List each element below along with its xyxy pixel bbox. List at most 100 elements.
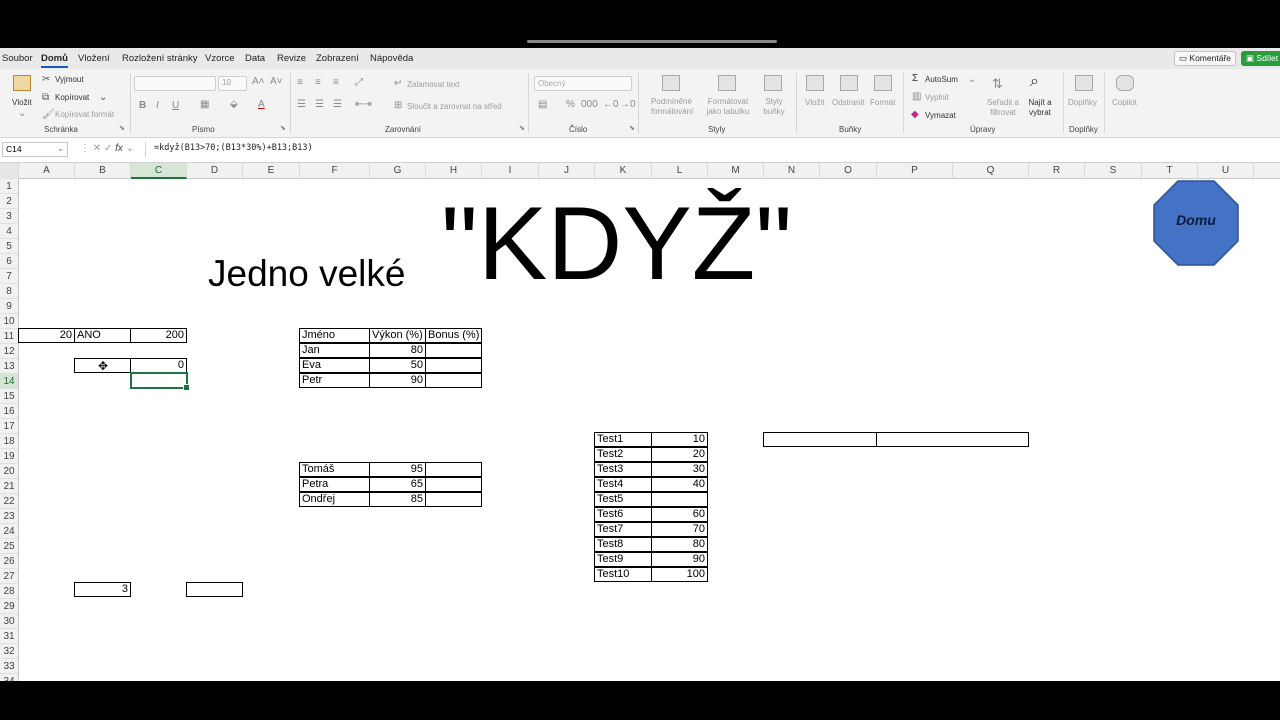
tab-revize[interactable]: Revize <box>277 53 306 64</box>
currency-icon[interactable]: ▤ <box>538 99 547 110</box>
paste-icon[interactable] <box>13 75 31 91</box>
column-header[interactable]: A <box>19 163 75 179</box>
tests-name-cell[interactable]: Test7 <box>594 522 652 537</box>
domu-shape-button[interactable]: Domu <box>1153 180 1239 266</box>
table1-header[interactable]: Jméno <box>299 328 370 343</box>
cut-button[interactable]: Vyjmout <box>55 75 84 84</box>
tests-value-cell[interactable]: 20 <box>651 447 708 462</box>
format-cells-button[interactable]: Formát <box>870 98 895 107</box>
chevron-down-icon[interactable]: ⌄ <box>123 143 134 154</box>
row-header[interactable]: 8 <box>0 284 18 299</box>
font-name-select[interactable] <box>134 76 216 91</box>
row-header[interactable]: 3 <box>0 209 18 224</box>
orientation-icon[interactable]: ⤢ <box>355 77 363 88</box>
table1-header[interactable]: Výkon (%) <box>369 328 426 343</box>
copy-button[interactable]: Kopírovat <box>55 93 89 102</box>
column-header[interactable]: N <box>764 163 820 179</box>
row-header[interactable]: 30 <box>0 614 18 629</box>
row-header[interactable]: 10 <box>0 314 18 329</box>
column-header[interactable]: U <box>1198 163 1254 179</box>
tests-value-cell[interactable]: 60 <box>651 507 708 522</box>
column-header[interactable]: D <box>187 163 243 179</box>
row-header[interactable]: 31 <box>0 629 18 644</box>
row-header[interactable]: 27 <box>0 569 18 584</box>
table1-header[interactable]: Bonus (%) <box>425 328 482 343</box>
tab-vzorce[interactable]: Vzorce <box>205 53 235 64</box>
fill-button[interactable]: Vyplnit <box>925 93 949 102</box>
tests-value-cell[interactable] <box>651 492 708 507</box>
row-header[interactable]: 16 <box>0 404 18 419</box>
fill-color-icon[interactable]: ⬙ <box>230 99 238 110</box>
tab-soubor[interactable]: Soubor <box>2 53 33 64</box>
format-as-table-button[interactable]: Formátovat jako tabulku <box>704 97 752 117</box>
table2-cell[interactable]: 65 <box>369 477 426 492</box>
tests-name-cell[interactable]: Test10 <box>594 567 652 582</box>
sort-filter-button[interactable]: Seřadit a filtrovat <box>983 98 1023 118</box>
row-header[interactable]: 2 <box>0 194 18 209</box>
column-header[interactable]: I <box>482 163 539 179</box>
column-header[interactable]: H <box>426 163 482 179</box>
align-center-icon[interactable]: ☰ <box>315 99 324 110</box>
tests-name-cell[interactable]: Test5 <box>594 492 652 507</box>
increase-font-icon[interactable]: A˄ <box>252 76 265 87</box>
cell-styles-button[interactable]: Styly buňky <box>760 97 788 117</box>
tab-napoveda[interactable]: Nápověda <box>370 53 413 64</box>
italic-icon[interactable]: I <box>156 100 159 111</box>
row-header[interactable]: 26 <box>0 554 18 569</box>
name-box[interactable]: C14 ⌄ <box>2 142 68 157</box>
cell-c13[interactable]: 0 <box>130 358 187 373</box>
cell-b11[interactable]: ANO <box>74 328 131 343</box>
find-select-button[interactable]: Najít a vybrat <box>1022 98 1058 118</box>
table1-cell[interactable]: Jan <box>299 343 370 358</box>
font-size-select[interactable]: 10 <box>218 76 247 91</box>
row-header[interactable]: 9 <box>0 299 18 314</box>
row-header[interactable]: 6 <box>0 254 18 269</box>
column-header[interactable]: Q <box>953 163 1029 179</box>
select-all-corner[interactable] <box>0 163 19 179</box>
row-header[interactable]: 19 <box>0 449 18 464</box>
row-header[interactable]: 32 <box>0 644 18 659</box>
cell-c11[interactable]: 200 <box>130 328 187 343</box>
align-left-icon[interactable]: ☰ <box>297 99 306 110</box>
row-header[interactable]: 33 <box>0 659 18 674</box>
tab-rozlozeni-stranky[interactable]: Rozložení stránky <box>122 53 198 64</box>
tests-value-cell[interactable]: 10 <box>651 432 708 447</box>
number-format-select[interactable]: Obecný <box>534 76 632 91</box>
row-header[interactable]: 5 <box>0 239 18 254</box>
column-header[interactable]: S <box>1085 163 1142 179</box>
row-header[interactable]: 7 <box>0 269 18 284</box>
row-header[interactable]: 20 <box>0 464 18 479</box>
bold-icon[interactable]: B <box>139 100 146 111</box>
column-header[interactable]: T <box>1142 163 1198 179</box>
chevron-down-icon[interactable]: ⌄ <box>968 74 976 85</box>
tests-value-cell[interactable]: 80 <box>651 537 708 552</box>
table1-cell[interactable]: 90 <box>369 373 426 388</box>
table1-cell[interactable]: 50 <box>369 358 426 373</box>
worksheet[interactable]: A B C D E F G H I J K L M N O P Q R S T … <box>0 163 1280 681</box>
tests-value-cell[interactable]: 70 <box>651 522 708 537</box>
underline-icon[interactable]: U <box>172 100 179 111</box>
column-header[interactable]: E <box>243 163 300 179</box>
row-header[interactable]: 15 <box>0 389 18 404</box>
column-header[interactable]: F <box>300 163 370 179</box>
indent-icon[interactable]: ⇤⇥ <box>355 99 372 110</box>
table2-cell[interactable]: 85 <box>369 492 426 507</box>
cell-p18[interactable] <box>876 432 1029 447</box>
row-header[interactable]: 4 <box>0 224 18 239</box>
table2-cell[interactable] <box>425 462 482 477</box>
column-header[interactable]: K <box>595 163 652 179</box>
chevron-down-icon[interactable]: ⌄ <box>57 143 64 154</box>
tests-value-cell[interactable]: 100 <box>651 567 708 582</box>
tab-zobrazeni[interactable]: Zobrazení <box>316 53 359 64</box>
tests-value-cell[interactable]: 90 <box>651 552 708 567</box>
row-header[interactable]: 14 <box>0 374 18 389</box>
table1-cell[interactable]: Eva <box>299 358 370 373</box>
row-header[interactable]: 24 <box>0 524 18 539</box>
tests-name-cell[interactable]: Test3 <box>594 462 652 477</box>
confirm-icon[interactable]: ✓ <box>104 143 115 154</box>
row-header[interactable]: 17 <box>0 419 18 434</box>
column-header[interactable]: L <box>652 163 708 179</box>
insert-cells-button[interactable]: Vložit <box>805 98 825 107</box>
tests-name-cell[interactable]: Test6 <box>594 507 652 522</box>
merge-center-button[interactable]: Sloučit a zarovnat na střed <box>407 102 502 111</box>
